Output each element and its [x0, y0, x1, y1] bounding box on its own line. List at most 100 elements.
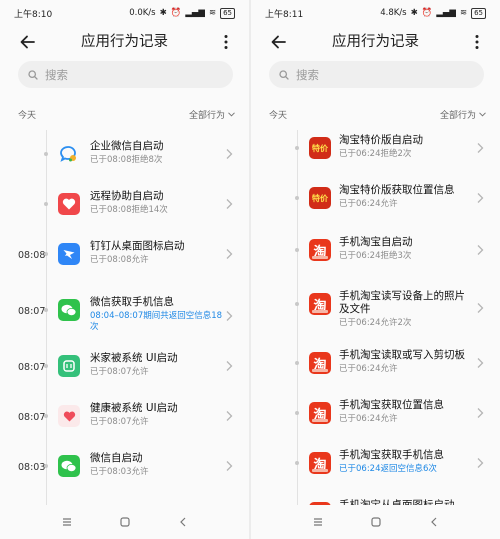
- timeline-dot: [44, 252, 48, 256]
- status-bar: 上午8:10 0.0K/s ✱ ⏰ ▂▄▆ ≋ 65: [0, 0, 249, 26]
- back-nav-button[interactable]: [177, 516, 189, 528]
- wifi-icon: ≋: [208, 8, 217, 18]
- menu-nav-button[interactable]: [312, 516, 324, 528]
- menu-nav-button[interactable]: [61, 516, 73, 528]
- status-bar: 上午8:11 4.8K/s ✱ ⏰ ▂▄▆ ≋ 65: [251, 0, 500, 26]
- entry-time: 08:07: [18, 306, 46, 317]
- entry-detail: 已于06:24允许: [339, 414, 398, 424]
- chevron-right-icon: [226, 249, 233, 259]
- entry-detail: 已于08:08允许: [90, 255, 149, 265]
- chevron-down-icon: [479, 112, 486, 117]
- entry-name: 手机淘宝获取手机信息: [339, 449, 444, 461]
- search-icon: [279, 69, 289, 80]
- filter-dropdown[interactable]: 全部行为: [189, 108, 235, 121]
- chevron-right-icon: [226, 311, 233, 321]
- timeline-dot: [295, 361, 299, 365]
- list-item[interactable]: 淘 手机淘宝获取手机信息 已于06:24返回空信息6次: [251, 443, 500, 499]
- list-item[interactable]: 08:07 微信获取手机信息 08:04–08:07期间共返回空信息18次: [0, 290, 249, 346]
- chevron-right-icon: [226, 411, 233, 421]
- entry-detail: 已于08:07允许: [90, 417, 149, 427]
- list-item[interactable]: 特价 淘宝特价版自启动 已于06:24拒绝2次: [251, 128, 500, 184]
- date-label: 今天: [269, 111, 288, 121]
- entry-detail: 08:04–08:07期间共返回空信息18次: [90, 311, 223, 332]
- network-speed: 4.8K/s: [380, 8, 407, 18]
- list-item[interactable]: 淘 手机淘宝获取位置信息 已于06:24允许: [251, 393, 500, 449]
- entry-name: 淘宝特价版获取位置信息: [339, 184, 455, 196]
- home-nav-button[interactable]: [119, 516, 131, 528]
- entry-time: 08:07: [18, 412, 46, 423]
- back-nav-button[interactable]: [428, 516, 440, 528]
- timeline-dot: [295, 302, 299, 306]
- entry-detail: 已于06:24允许: [339, 199, 398, 209]
- more-options-icon[interactable]: [223, 34, 229, 50]
- signal-icon: ▂▄▆: [436, 8, 456, 18]
- date-label: 今天: [18, 111, 37, 121]
- entry-detail: 已于06:24允许: [339, 364, 398, 374]
- chevron-right-icon: [226, 199, 233, 209]
- entry-name: 微信获取手机信息: [90, 296, 174, 308]
- status-time: 上午8:10: [14, 9, 53, 20]
- taobao-app-icon: 淘: [309, 352, 331, 374]
- home-nav-button[interactable]: [370, 516, 382, 528]
- entry-name: 企业微信自启动: [90, 140, 164, 152]
- timeline-dot: [295, 411, 299, 415]
- timeline-dot: [44, 202, 48, 206]
- search-placeholder: 搜索: [45, 67, 68, 82]
- search-icon: [28, 69, 38, 80]
- entry-detail: 已于06:24允许2次: [339, 318, 412, 328]
- filter-dropdown[interactable]: 全部行为: [440, 108, 486, 121]
- chevron-right-icon: [477, 143, 484, 153]
- list-item[interactable]: 08:07 健康被系统 UI启动 已于08:07允许: [0, 396, 249, 452]
- entry-time: 08:08: [18, 250, 46, 261]
- wecom-app-icon: [58, 143, 80, 165]
- more-options-icon[interactable]: [474, 34, 480, 50]
- taobao-app-icon: 淘: [309, 402, 331, 424]
- chevron-right-icon: [226, 149, 233, 159]
- entry-detail: 已于08:03允许: [90, 467, 149, 477]
- list-item[interactable]: 08:07 米家被系统 UI启动 已于08:07允许: [0, 346, 249, 402]
- list-item[interactable]: 特价 淘宝特价版获取位置信息 已于06:24允许: [251, 178, 500, 234]
- chevron-right-icon: [477, 303, 484, 313]
- entry-detail: 已于06:24拒绝3次: [339, 251, 412, 261]
- entry-name: 健康被系统 UI启动: [90, 402, 178, 414]
- list-item[interactable]: 08:08 钉钉从桌面图标启动 已于08:08允许: [0, 234, 249, 290]
- signal-icon: ▂▄▆: [185, 8, 205, 18]
- entry-name: 远程协助自启动: [90, 190, 164, 202]
- entry-detail: 已于06:24返回空信息6次: [339, 464, 437, 474]
- timeline-dot: [295, 196, 299, 200]
- timeline-dot: [295, 248, 299, 252]
- alarm-icon: ⏰: [421, 8, 433, 18]
- list-item[interactable]: 淘 手机淘宝读写设备上的照片及文件 已于06:24允许2次: [251, 284, 500, 340]
- timeline-dot: [44, 308, 48, 312]
- dingtalk-app-icon: [58, 243, 80, 265]
- alarm-icon: ⏰: [170, 8, 182, 18]
- list-item[interactable]: 企业微信自启动 已于08:08拒绝8次: [0, 134, 249, 190]
- list-item[interactable]: 08:03 微信自启动 已于08:03允许: [0, 446, 249, 502]
- chevron-right-icon: [226, 361, 233, 371]
- health-app-icon: [58, 405, 80, 427]
- taobao-app-icon: 淘: [309, 293, 331, 315]
- battery-indicator: 65: [471, 7, 486, 19]
- left-screen: 上午8:10 0.0K/s ✱ ⏰ ▂▄▆ ≋ 65 应用行为记录 搜索 今天 …: [0, 0, 249, 539]
- chevron-right-icon: [477, 358, 484, 368]
- wechat-app-icon: [58, 299, 80, 321]
- chevron-down-icon: [228, 112, 235, 117]
- entry-name: 淘宝特价版自启动: [339, 134, 423, 146]
- timeline-dot: [295, 461, 299, 465]
- bluetooth-icon: ✱: [410, 8, 418, 18]
- taobao-special-app-icon: 特价: [309, 187, 331, 209]
- system-nav-bar: [251, 505, 500, 539]
- list-item[interactable]: 淘 手机淘宝读取或写入剪切板 已于06:24允许: [251, 343, 500, 399]
- search-input[interactable]: 搜索: [18, 61, 233, 88]
- list-item[interactable]: 远程协助自启动 已于08:08拒绝14次: [0, 184, 249, 240]
- chevron-right-icon: [477, 193, 484, 203]
- app-header: 应用行为记录: [251, 28, 500, 56]
- filter-label: 全部行为: [439, 111, 476, 121]
- wifi-icon: ≋: [459, 8, 468, 18]
- timeline-dot: [44, 414, 48, 418]
- wechat-app-icon: [58, 455, 80, 477]
- search-input[interactable]: 搜索: [269, 61, 484, 88]
- entry-name: 钉钉从桌面图标启动: [90, 240, 185, 252]
- chevron-right-icon: [477, 408, 484, 418]
- list-item[interactable]: 淘 手机淘宝自启动 已于06:24拒绝3次: [251, 230, 500, 286]
